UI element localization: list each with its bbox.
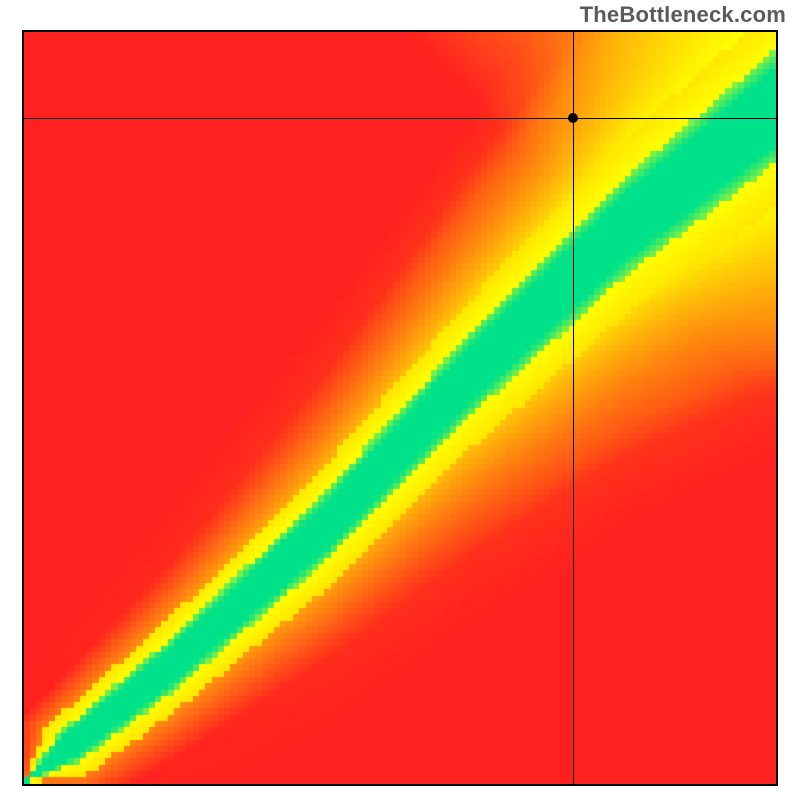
watermark-text: TheBottleneck.com bbox=[580, 2, 786, 28]
heatmap-plot bbox=[22, 30, 778, 786]
crosshair-horizontal bbox=[24, 118, 776, 119]
heatmap-canvas bbox=[24, 32, 776, 784]
crosshair-vertical bbox=[573, 32, 574, 784]
crosshair-marker bbox=[568, 113, 578, 123]
chart-container: TheBottleneck.com bbox=[0, 0, 800, 800]
